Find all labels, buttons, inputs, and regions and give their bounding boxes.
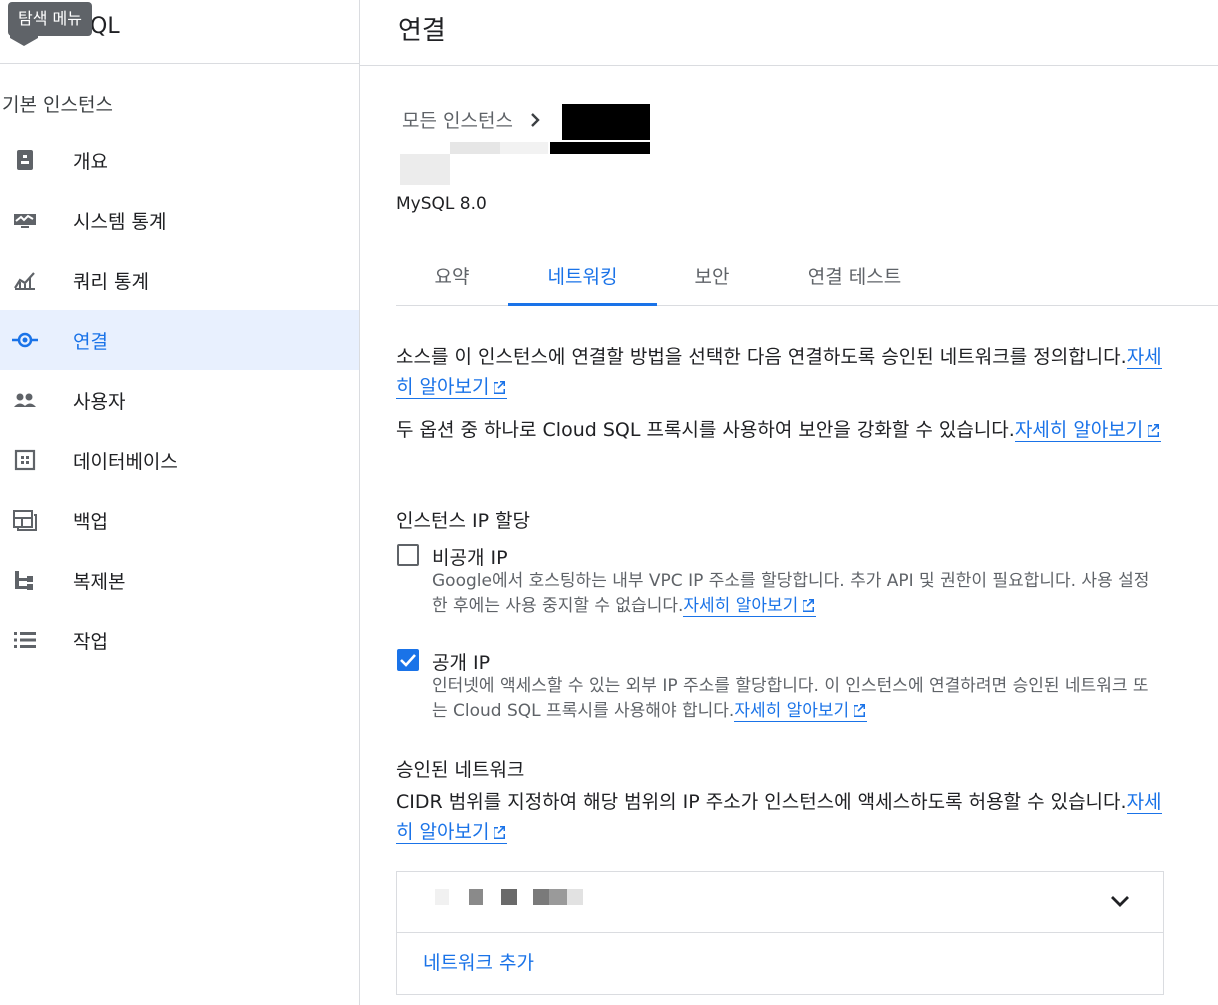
external-link-icon xyxy=(803,599,815,612)
external-link-icon xyxy=(494,826,506,839)
intro-paragraph-1: 소스를 이 인스턴스에 연결할 방법을 선택한 다음 연결하도록 승인된 네트워… xyxy=(396,342,1166,402)
instance-section-title: 기본 인스턴스 xyxy=(2,94,113,116)
intro-text-2: 두 옵션 중 하나로 Cloud SQL 프록시를 사용하여 보안을 강화할 수… xyxy=(396,419,1015,441)
breadcrumb: 모든 인스턴스 xyxy=(402,106,561,133)
learn-more-link[interactable]: 자세히 알아보기 xyxy=(683,596,817,617)
tab-bar: 요약 네트워킹 보안 연결 테스트 xyxy=(396,256,1218,306)
users-icon xyxy=(14,393,36,407)
private-ip-label: 비공개 IP xyxy=(432,547,508,569)
external-link-icon xyxy=(854,704,866,717)
checkmark-icon xyxy=(400,654,416,667)
sidebar-item-label: 연결 xyxy=(73,331,108,353)
sidebar-item-label: 데이터베이스 xyxy=(73,451,178,473)
sidebar-item-operations[interactable]: 작업 xyxy=(0,610,359,670)
public-ip-checkbox[interactable] xyxy=(397,649,419,671)
add-network-button[interactable]: 네트워크 추가 xyxy=(423,948,534,975)
sidebar-item-label: 작업 xyxy=(73,631,108,653)
sidebar-item-label: 시스템 통계 xyxy=(73,211,167,233)
sidebar-item-connections[interactable]: 연결 xyxy=(0,310,359,370)
learn-more-link[interactable]: 자세히 알아보기 xyxy=(1014,419,1162,442)
sidebar-item-system-stats[interactable]: 시스템 통계 xyxy=(0,190,359,250)
authorized-networks-title: 승인된 네트워크 xyxy=(396,759,525,781)
database-icon xyxy=(14,449,36,471)
private-ip-checkbox[interactable] xyxy=(397,544,419,566)
intro-paragraph-2: 두 옵션 중 하나로 Cloud SQL 프록시를 사용하여 보안을 강화할 수… xyxy=(396,415,1166,445)
redacted-block xyxy=(567,889,583,905)
replica-icon xyxy=(15,571,33,590)
redacted-block xyxy=(549,889,567,905)
sidebar-item-query-stats[interactable]: 쿼리 통계 xyxy=(0,250,359,310)
public-ip-description: 인터넷에 액세스할 수 있는 외부 IP 주소를 할당합니다. 이 인스턴스에 … xyxy=(432,676,1149,722)
sidebar-nav: 개요 시스템 통계 쿼리 통계 연결 사용자 데이터베이스 백업 복제본 작업 xyxy=(0,130,359,670)
breadcrumb-all-instances-link[interactable]: 모든 인스턴스 xyxy=(402,106,513,133)
tab-summary[interactable]: 요약 xyxy=(396,256,508,306)
brand-text: QL xyxy=(90,14,120,39)
intro-text-1: 소스를 이 인스턴스에 연결할 방법을 선택한 다음 연결하도록 승인된 네트워… xyxy=(396,346,1127,368)
redacted-block xyxy=(501,889,517,905)
redacted-block xyxy=(500,142,548,154)
monitor-icon xyxy=(14,214,36,228)
redacted-block xyxy=(550,142,650,154)
network-entry-row[interactable] xyxy=(397,872,1163,933)
operations-icon xyxy=(14,632,36,648)
page-title: 연결 xyxy=(398,16,446,46)
nav-menu-tooltip: 탐색 메뉴 xyxy=(8,2,92,36)
sidebar-item-users[interactable]: 사용자 xyxy=(0,370,359,430)
query-stats-icon xyxy=(14,272,35,290)
authorized-networks-panel: 네트워크 추가 xyxy=(396,871,1164,995)
redacted-block xyxy=(469,889,483,905)
backup-icon xyxy=(13,510,37,531)
tab-security[interactable]: 보안 xyxy=(657,256,767,306)
sidebar-item-label: 쿼리 통계 xyxy=(73,271,149,293)
redacted-block xyxy=(450,142,500,154)
external-link-icon xyxy=(494,381,506,394)
tab-networking[interactable]: 네트워킹 xyxy=(508,256,657,306)
sidebar-item-replicas[interactable]: 복제본 xyxy=(0,550,359,610)
ip-assignment-title: 인스턴스 IP 할당 xyxy=(396,510,531,532)
private-ip-description: Google에서 호스팅하는 내부 VPC IP 주소를 할당합니다. 추가 A… xyxy=(432,571,1150,617)
chevron-down-icon[interactable] xyxy=(1107,888,1133,914)
sidebar: QL 탐색 메뉴 기본 인스턴스 개요 시스템 통계 쿼리 통계 연결 사용자 … xyxy=(0,0,360,1005)
sidebar-item-backups[interactable]: 백업 xyxy=(0,490,359,550)
authorized-networks-description: CIDR 범위를 지정하여 해당 범위의 IP 주소가 인스턴스에 액세스하도록… xyxy=(396,791,1162,844)
brand-bar: QL 탐색 메뉴 xyxy=(0,0,360,64)
sidebar-item-label: 사용자 xyxy=(73,391,126,413)
sidebar-item-label: 백업 xyxy=(73,511,108,533)
learn-more-link[interactable]: 자세히 알아보기 xyxy=(734,701,868,722)
redacted-block xyxy=(533,889,549,905)
instance-version: MySQL 8.0 xyxy=(396,194,487,214)
connection-icon xyxy=(12,332,38,348)
redacted-block xyxy=(435,889,449,905)
sidebar-item-databases[interactable]: 데이터베이스 xyxy=(0,430,359,490)
sidebar-item-label: 개요 xyxy=(73,151,108,173)
page-header: 연결 xyxy=(360,0,1218,66)
sidebar-item-label: 복제본 xyxy=(73,571,126,593)
overview-icon xyxy=(17,150,33,170)
redacted-instance-name xyxy=(562,104,650,140)
tab-connectivity-test[interactable]: 연결 테스트 xyxy=(767,256,942,306)
public-ip-label: 공개 IP xyxy=(432,652,491,674)
redacted-block xyxy=(400,154,450,185)
sidebar-item-overview[interactable]: 개요 xyxy=(0,130,359,190)
external-link-icon xyxy=(1148,424,1160,437)
chevron-right-icon xyxy=(531,112,540,127)
